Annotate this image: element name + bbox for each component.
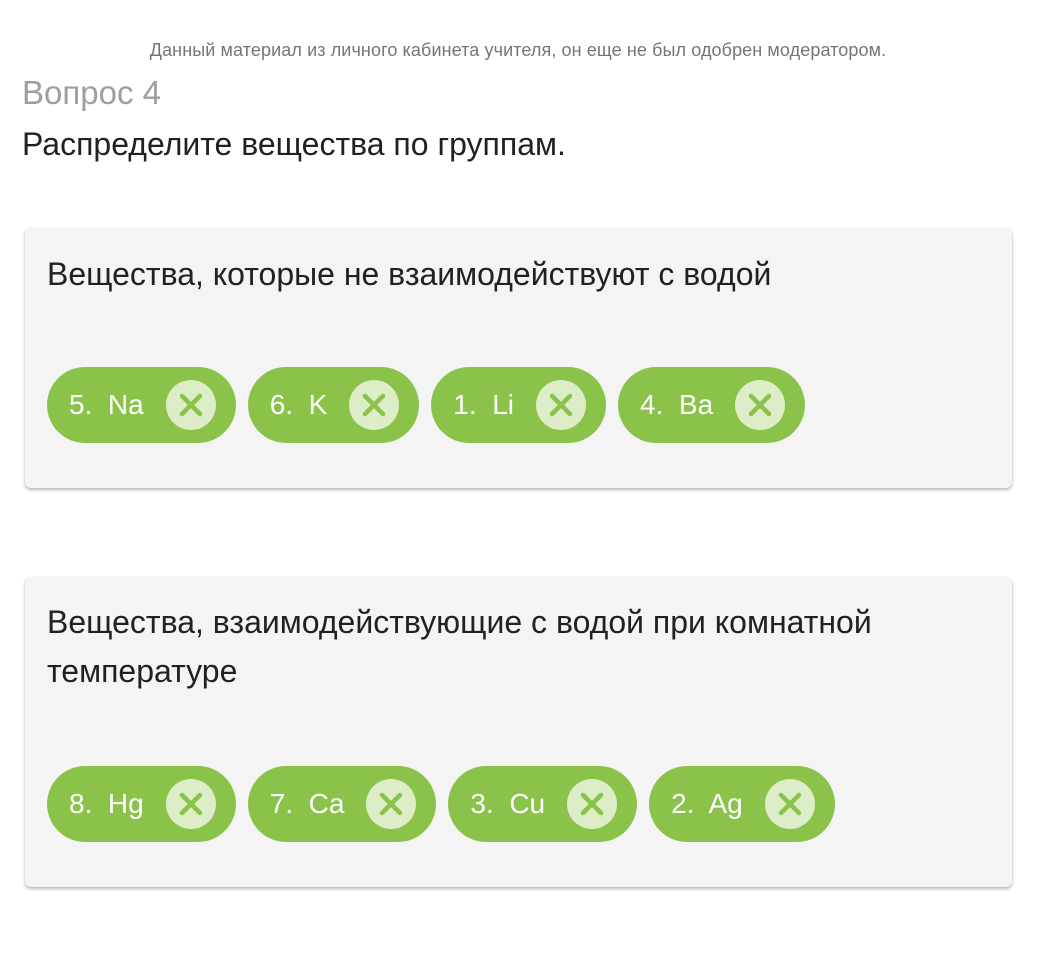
close-icon (363, 393, 386, 417)
substance-chip[interactable]: 2. Ag (649, 766, 835, 842)
group-items: 8. Hg 7. Ca 3. Cu 2. Ag (47, 766, 835, 842)
close-icon (580, 792, 604, 816)
chip-label: 8. Hg (69, 788, 144, 819)
moderation-notice: Данный материал из личного кабинета учит… (149, 40, 887, 60)
remove-chip-button[interactable] (349, 380, 400, 430)
group-title: Вещества, которые не взаимодействуют с в… (47, 256, 772, 292)
chip-label: 2. Ag (671, 788, 743, 819)
substance-chip[interactable]: 3. Cu (448, 766, 638, 842)
remove-chip-button[interactable] (735, 380, 786, 430)
substance-chip[interactable]: 6. K (247, 367, 420, 443)
close-icon (549, 393, 573, 417)
remove-chip-button[interactable] (764, 779, 815, 829)
substance-chip[interactable]: 8. Hg (47, 766, 236, 842)
question-number: Вопрос 4 (22, 74, 161, 111)
chip-label: 7. Ca (269, 788, 345, 819)
group-card-not-reacting[interactable]: Вещества, которые не взаимодействуют с в… (25, 228, 1012, 488)
chip-label: 4. Ba (640, 389, 714, 420)
chip-label: 5. Na (69, 389, 144, 420)
close-icon (778, 792, 801, 816)
close-icon (179, 792, 202, 816)
group-title: Вещества, взаимодействующие с водой при … (47, 604, 872, 689)
chip-label: 1. Li (453, 389, 514, 420)
close-icon (380, 792, 403, 816)
remove-chip-button[interactable] (567, 779, 618, 829)
group-card-reacting-room-temp[interactable]: Вещества, взаимодействующие с водой при … (25, 577, 1012, 887)
remove-chip-button[interactable] (366, 779, 417, 829)
group-items: 5. Na 6. K 1. Li 4. Ba (47, 367, 806, 443)
remove-chip-button[interactable] (165, 380, 216, 430)
substance-chip[interactable]: 5. Na (47, 367, 236, 443)
remove-chip-button[interactable] (536, 380, 586, 430)
substance-chip[interactable]: 4. Ba (618, 367, 806, 443)
substance-chip[interactable]: 7. Ca (247, 766, 437, 842)
chip-label: 3. Cu (470, 788, 546, 819)
close-icon (748, 393, 772, 417)
remove-chip-button[interactable] (165, 779, 216, 829)
chip-label: 6. K (269, 389, 328, 420)
close-icon (179, 393, 202, 417)
substance-chip[interactable]: 1. Li (431, 367, 606, 443)
question-text: Распределите вещества по группам. (22, 126, 566, 162)
